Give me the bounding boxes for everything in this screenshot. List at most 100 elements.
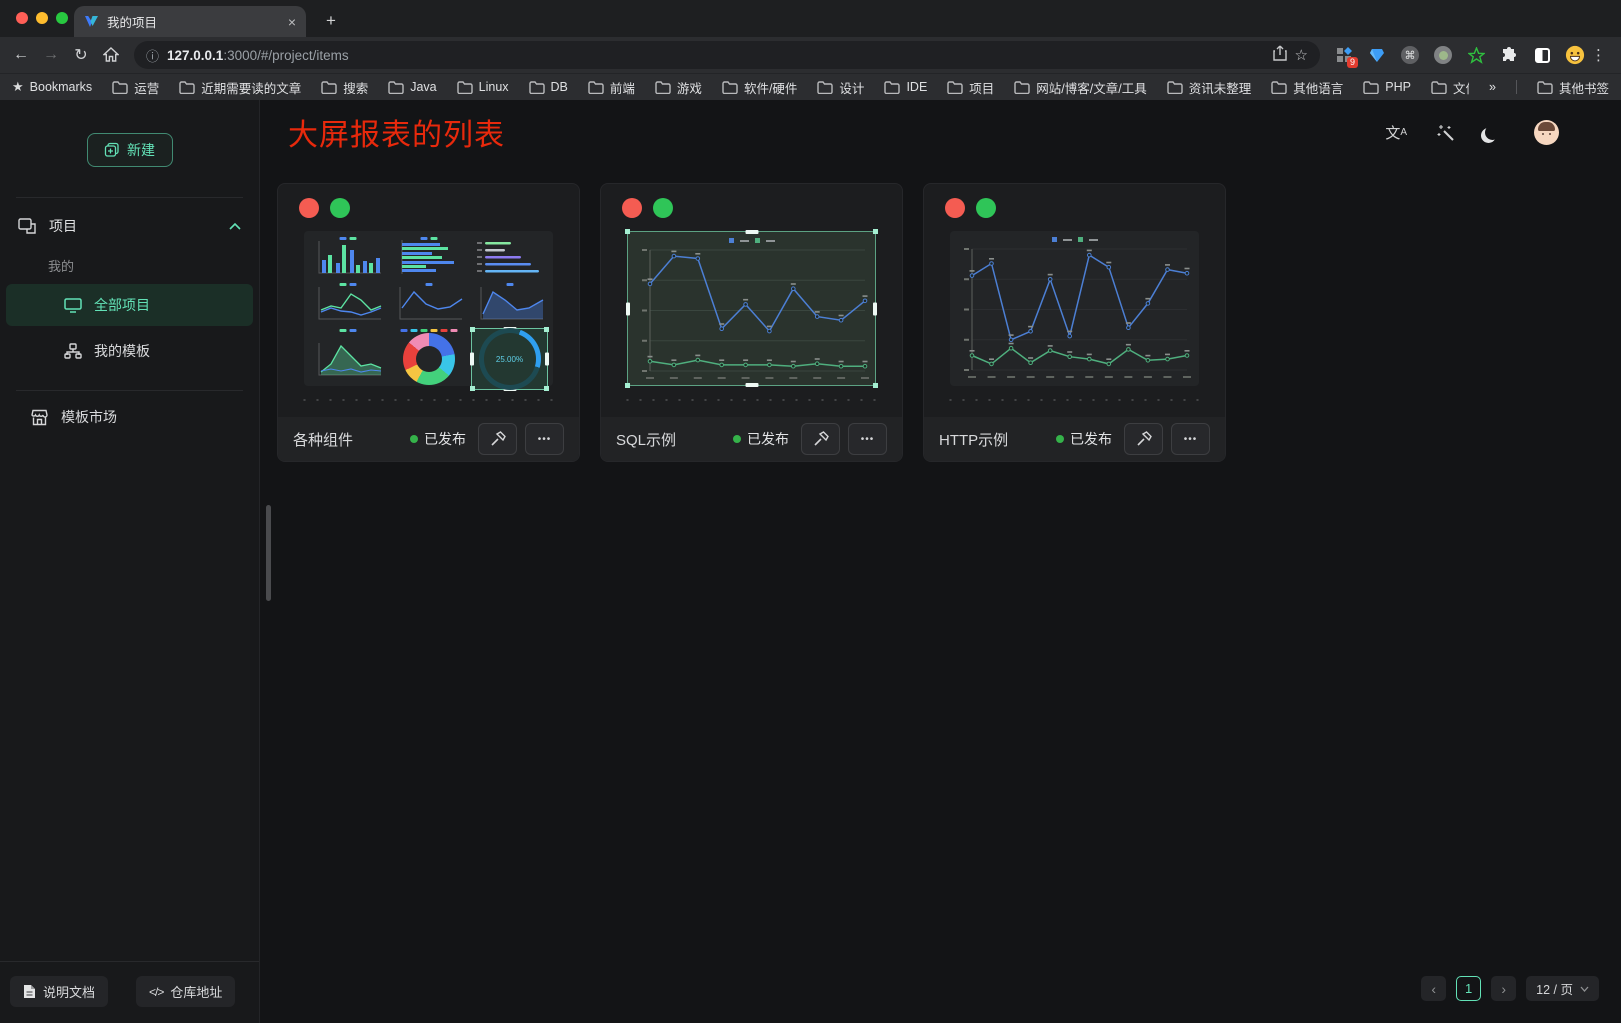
forward-icon[interactable]: → [36, 46, 66, 64]
home-icon[interactable] [96, 46, 126, 64]
folder-icon [1537, 81, 1553, 94]
current-page-button[interactable]: 1 [1456, 976, 1481, 1001]
mini-progress-bars [471, 236, 548, 278]
dotted-separator [618, 399, 885, 401]
prev-page-button[interactable]: ‹ [1421, 976, 1446, 1001]
close-window-button[interactable] [16, 12, 28, 24]
card-footer: 各种组件 已发布 ••• [278, 417, 579, 461]
more-actions-button[interactable]: ••• [525, 423, 564, 455]
project-card[interactable]: HTTP示例 已发布 ••• [923, 183, 1226, 462]
storefront-icon [30, 409, 49, 426]
extension-star-icon[interactable] [1466, 45, 1486, 65]
sidebar-item-label: 我的模板 [94, 341, 150, 361]
card-preview-http-chart[interactable] [950, 231, 1199, 386]
project-card[interactable]: 25.00% 各种组件 已发布 [277, 183, 580, 462]
bookmark-folder[interactable]: 文件服务器 [1431, 78, 1469, 97]
sidebar-item-my-templates[interactable]: 我的模板 [6, 330, 253, 372]
bookmark-folder[interactable]: IDE [884, 80, 927, 94]
extension-grid-icon[interactable]: 9 [1334, 45, 1354, 65]
chevron-down-icon [1580, 986, 1589, 992]
share-icon[interactable] [1273, 45, 1287, 65]
folder-icon [1363, 81, 1379, 94]
bookmark-folder[interactable]: Java [388, 80, 436, 94]
extension-command-icon[interactable]: ⌘ [1400, 45, 1420, 65]
reload-icon[interactable]: ↻ [66, 45, 96, 65]
tab-close-icon[interactable]: × [288, 14, 296, 30]
bookmark-folder[interactable]: 运营 [112, 78, 159, 97]
mini-hbar-chart [390, 236, 467, 278]
card-preview-sql-chart[interactable] [627, 231, 876, 386]
profile-avatar-smiley[interactable] [1565, 45, 1585, 65]
page-size-select[interactable]: 12 / 页 [1526, 976, 1599, 1001]
new-tab-button[interactable]: + [318, 8, 344, 34]
sidebar-section-projects[interactable]: 项目 [0, 204, 259, 248]
chrome-menu-icon[interactable]: ⋮ [1591, 46, 1606, 64]
project-card[interactable]: SQL示例 已发布 ••• [600, 183, 903, 462]
card-name: SQL示例 [616, 429, 676, 450]
card-footer: SQL示例 已发布 ••• [601, 417, 902, 461]
extension-gem-icon[interactable] [1367, 45, 1387, 65]
edit-project-button[interactable] [801, 423, 840, 455]
extension-record-icon[interactable] [1433, 45, 1453, 65]
url-path: :3000/#/project/items [223, 48, 348, 63]
document-icon [23, 984, 36, 999]
bookmark-folder[interactable]: 其他语言 [1271, 78, 1343, 97]
extensions-puzzle-icon[interactable] [1499, 45, 1519, 65]
dark-mode-moon-icon[interactable] [1485, 125, 1504, 140]
bookmark-folder[interactable]: DB [529, 80, 568, 94]
docs-button[interactable]: 说明文档 [10, 976, 108, 1007]
chevron-up-icon[interactable] [229, 223, 241, 230]
projects-icon [18, 218, 37, 235]
browser-tab[interactable]: 我的项目 × [74, 6, 306, 37]
site-info-icon[interactable]: ⓘ [146, 46, 159, 65]
tab-strip: 我的项目 × + [0, 0, 1621, 37]
bookmark-folder[interactable]: PHP [1363, 80, 1411, 94]
bookmark-folder[interactable]: 网站/博客/文章/工具 [1014, 78, 1146, 97]
sidebar-divider [16, 197, 243, 198]
folder-icon [112, 81, 128, 94]
bookmarks-root[interactable]: ★ Bookmarks [12, 79, 92, 95]
language-toggle-icon[interactable]: 文A [1385, 122, 1407, 143]
bookmark-folder[interactable]: 资讯未整理 [1167, 78, 1252, 97]
bookmark-folder[interactable]: 项目 [947, 78, 994, 97]
bookmark-folder[interactable]: 软件/硬件 [722, 78, 797, 97]
sidebar-item-all-projects[interactable]: 全部项目 [6, 284, 253, 326]
other-bookmarks-folder[interactable]: 其他书签 [1537, 78, 1609, 97]
card-preview-widgets[interactable]: 25.00% [304, 231, 553, 386]
folder-icon [321, 81, 337, 94]
sidebar-item-template-market[interactable]: 模板市场 [0, 395, 259, 439]
bookmark-folder[interactable]: 近期需要读的文章 [179, 78, 301, 97]
bookmark-folder[interactable]: 前端 [588, 78, 635, 97]
magic-wand-icon[interactable] [1437, 124, 1455, 142]
repo-button[interactable]: </> 仓库地址 [136, 976, 235, 1007]
header-icons: 文A [1385, 120, 1559, 145]
status-dot [733, 435, 741, 443]
bookmark-folder[interactable]: 设计 [817, 78, 864, 97]
next-page-button[interactable]: › [1491, 976, 1516, 1001]
bookmark-folder[interactable]: 游戏 [655, 78, 702, 97]
bookmarks-overflow-chevron[interactable]: » [1489, 80, 1496, 94]
maximize-window-button[interactable] [56, 12, 68, 24]
page-title: 大屏报表的列表 [288, 110, 505, 154]
bookmarks-separator [1516, 80, 1517, 94]
bookmark-folder[interactable]: Linux [457, 80, 509, 94]
dotted-separator [941, 399, 1208, 401]
back-icon[interactable]: ← [6, 46, 36, 64]
edit-project-button[interactable] [1124, 423, 1163, 455]
edit-project-button[interactable] [478, 423, 517, 455]
bookmark-star-icon[interactable]: ☆ [1295, 46, 1308, 64]
more-actions-button[interactable]: ••• [1171, 423, 1210, 455]
new-project-button[interactable]: 新建 [87, 133, 173, 167]
address-bar[interactable]: ⓘ 127.0.0.1:3000/#/project/items ☆ [134, 41, 1320, 69]
hammer-icon [813, 431, 829, 447]
folder-icon [529, 81, 545, 94]
mini-bar-chart [309, 236, 386, 278]
extension-darkreader-icon[interactable] [1532, 45, 1552, 65]
folder-icon [1271, 81, 1287, 94]
more-actions-button[interactable]: ••• [848, 423, 887, 455]
minimize-window-button[interactable] [36, 12, 48, 24]
mini-area-chart-green [309, 328, 386, 390]
sidebar-group-label: 我的 [0, 248, 259, 282]
user-avatar[interactable] [1534, 120, 1559, 145]
bookmark-folder[interactable]: 搜索 [321, 78, 368, 97]
